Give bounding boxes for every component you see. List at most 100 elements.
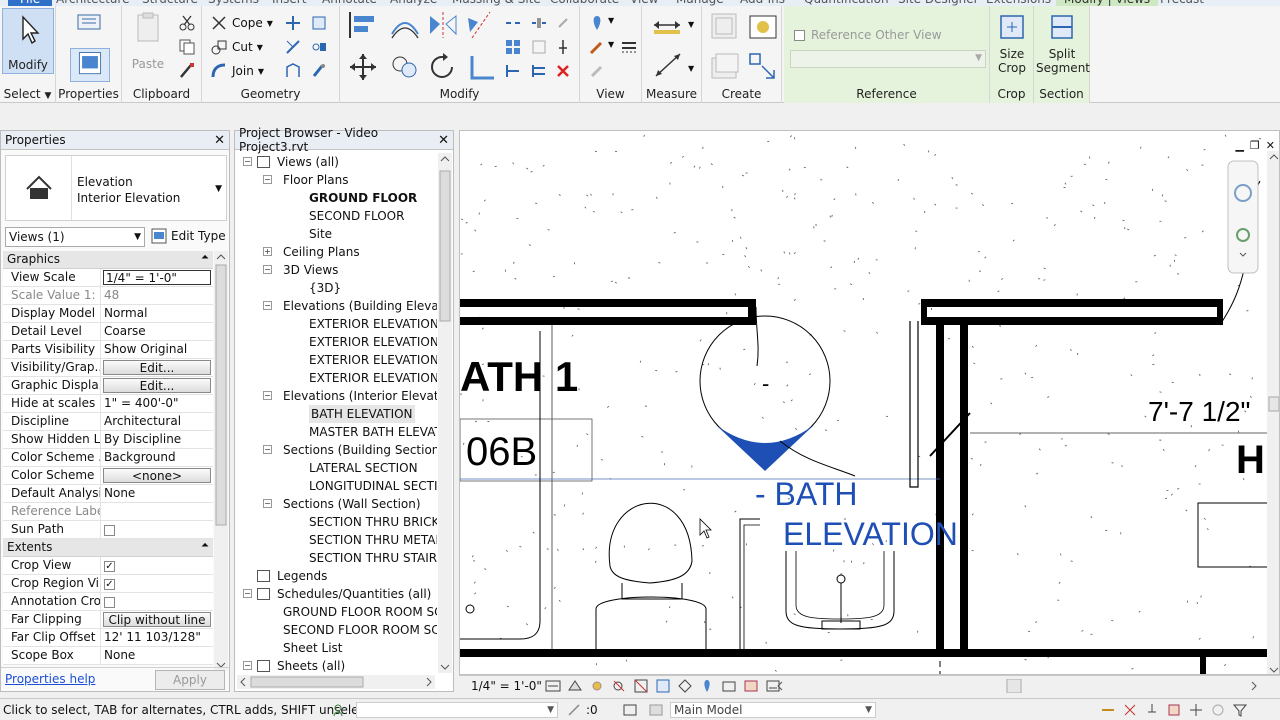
drawing-view[interactable]: - ATH 1 06B - BATH ELEVATION 7'-7 1/2" H xyxy=(459,130,1280,675)
property-button[interactable]: Clip without line xyxy=(103,612,211,627)
properties-scrollbar[interactable] xyxy=(214,251,228,671)
property-row[interactable]: Sun Path xyxy=(3,521,213,539)
browser-node[interactable]: − 3D Views xyxy=(237,261,437,279)
pin-icon[interactable] xyxy=(554,38,572,56)
property-row[interactable]: Discipline Architectural xyxy=(3,413,213,431)
property-value[interactable]: 48 xyxy=(101,287,213,304)
minimize-icon[interactable]: ▁ xyxy=(1235,139,1243,152)
visual-style-icon[interactable] xyxy=(567,678,583,694)
browser-node[interactable]: Legends xyxy=(237,567,437,585)
sun-path-icon[interactable] xyxy=(589,678,605,694)
cut-geometry-button[interactable]: Cut ▼ xyxy=(210,38,263,56)
property-value[interactable]: None xyxy=(101,647,213,664)
select-panel-label[interactable]: Select ▼ xyxy=(0,87,55,101)
checked-checkbox-icon[interactable]: ✓ xyxy=(104,579,115,590)
create-group-icon[interactable] xyxy=(708,50,742,84)
select-underlay-icon[interactable] xyxy=(1122,702,1138,718)
reference-other-view-checkbox[interactable] xyxy=(794,29,805,41)
apply-button[interactable]: Apply xyxy=(155,670,225,690)
cut-scissors-icon[interactable] xyxy=(178,14,196,32)
property-row[interactable]: Parts Visibility Show Original xyxy=(3,341,213,359)
editable-only-icon[interactable] xyxy=(648,702,664,718)
temporary-hide-icon[interactable] xyxy=(699,678,715,694)
edit-type-button[interactable]: Edit Type xyxy=(151,228,226,244)
eraser-icon[interactable] xyxy=(588,62,606,80)
toilet-tank[interactable] xyxy=(608,503,693,584)
property-value[interactable]: Architectural xyxy=(101,413,213,430)
property-row[interactable]: Crop Region Vi... ✓ xyxy=(3,575,213,593)
trim-extend-single-icon[interactable] xyxy=(504,62,522,80)
property-group-extents[interactable]: Extents ⏶ xyxy=(3,539,213,557)
worksets-icon[interactable] xyxy=(332,702,348,718)
copy-icon[interactable] xyxy=(178,38,196,56)
measure-between-references-icon[interactable] xyxy=(650,14,690,36)
filter-icon[interactable] xyxy=(1232,702,1248,718)
property-row[interactable]: Far Clip Offset 12' 11 103/128" xyxy=(3,629,213,647)
browser-node[interactable]: − Elevations (Interior Elevation) xyxy=(237,387,437,405)
browser-node[interactable]: SECTION THRU BRICK WALL xyxy=(237,513,437,531)
mirror-draw-axis-icon[interactable] xyxy=(464,10,498,40)
design-options-icon[interactable] xyxy=(622,702,638,718)
design-option-dropdown[interactable]: Main Model ▼ xyxy=(670,702,876,718)
browser-node[interactable]: SECOND FLOOR xyxy=(237,207,437,225)
checked-checkbox-icon[interactable]: ✓ xyxy=(104,561,115,572)
property-row[interactable]: Far Clipping Clip without line xyxy=(3,611,213,629)
collapse-icon[interactable]: − xyxy=(263,499,272,508)
browser-node[interactable]: LATERAL SECTION xyxy=(237,459,437,477)
dimension-text[interactable]: 7'-7 1/2" xyxy=(1148,396,1250,427)
move-icon[interactable] xyxy=(346,52,380,82)
view-title-line-2[interactable]: ELEVATION xyxy=(783,516,958,552)
detail-level-icon[interactable] xyxy=(545,678,561,694)
collapse-icon[interactable]: − xyxy=(263,265,272,274)
property-row[interactable]: Visibility/Grap... Edit... xyxy=(3,359,213,377)
view-scale-control[interactable]: 1/4" = 1'-0" xyxy=(471,679,542,693)
align-icon[interactable] xyxy=(346,10,380,40)
property-row[interactable]: Scale Value 1: 48 xyxy=(3,287,213,305)
create-parts-icon[interactable] xyxy=(746,10,780,44)
property-row[interactable]: Default Analysi...None xyxy=(3,485,213,503)
property-row[interactable]: Annotation Crop xyxy=(3,593,213,611)
property-checkbox[interactable] xyxy=(101,521,213,538)
collapse-icon[interactable]: − xyxy=(263,175,272,184)
project-browser-hscroll[interactable] xyxy=(237,675,435,689)
array-icon[interactable] xyxy=(504,38,522,56)
browser-node[interactable]: MASTER BATH ELEVATION xyxy=(237,423,437,441)
demolish-icon[interactable] xyxy=(284,38,302,56)
paste-button[interactable]: Paste xyxy=(126,10,170,71)
browser-node[interactable]: GROUND FLOOR xyxy=(237,189,437,207)
drag-elements-icon[interactable] xyxy=(1188,702,1204,718)
copy-element-icon[interactable] xyxy=(388,52,422,82)
property-value[interactable]: Show Original xyxy=(101,341,213,358)
property-button[interactable]: <none> xyxy=(103,468,211,483)
view-vscroll[interactable] xyxy=(1267,151,1280,675)
collapse-icon[interactable]: − xyxy=(263,391,272,400)
editing-requests-icon[interactable] xyxy=(566,702,582,718)
properties-toggle-button[interactable] xyxy=(70,48,110,82)
browser-node[interactable]: SECTION THRU METAL PANEL xyxy=(237,531,437,549)
browser-node[interactable]: LONGITUDINAL SECTION xyxy=(237,477,437,495)
property-value[interactable]: 12' 11 103/128" xyxy=(101,629,213,646)
close-icon[interactable]: ✕ xyxy=(214,133,225,148)
property-row[interactable]: Color Scheme <none> xyxy=(3,467,213,485)
mirror-pick-axis-icon[interactable] xyxy=(426,10,460,40)
browser-node[interactable]: EXTERIOR ELEVATION - SOUTH xyxy=(237,351,437,369)
size-crop-button[interactable]: Size Crop xyxy=(992,12,1032,75)
wall-profile-icon[interactable] xyxy=(284,62,302,80)
aligned-dimension-icon[interactable] xyxy=(650,50,690,80)
view-title-line-1[interactable]: - BATH xyxy=(755,476,858,512)
browser-node[interactable]: {3D} xyxy=(237,279,437,297)
background-process-icon[interactable] xyxy=(1210,702,1226,718)
linework-icon[interactable] xyxy=(620,38,638,56)
offset-icon[interactable] xyxy=(388,10,422,40)
collapse-icon[interactable]: − xyxy=(263,445,272,454)
property-value[interactable]: 1" = 400'-0" xyxy=(101,395,213,412)
delete-icon[interactable] xyxy=(554,62,572,80)
room-number-tag[interactable]: 06B xyxy=(466,430,537,474)
collapse-icon[interactable]: ⏶ xyxy=(201,252,209,267)
wall-joins-icon[interactable] xyxy=(284,14,302,32)
property-value[interactable]: Normal xyxy=(101,305,213,322)
browser-node[interactable]: BATH ELEVATION xyxy=(237,405,437,423)
property-value[interactable] xyxy=(101,503,213,520)
collapse-icon[interactable]: ⏶ xyxy=(201,540,209,555)
type-selector[interactable]: Elevation Interior Elevation ▼ xyxy=(5,155,227,221)
